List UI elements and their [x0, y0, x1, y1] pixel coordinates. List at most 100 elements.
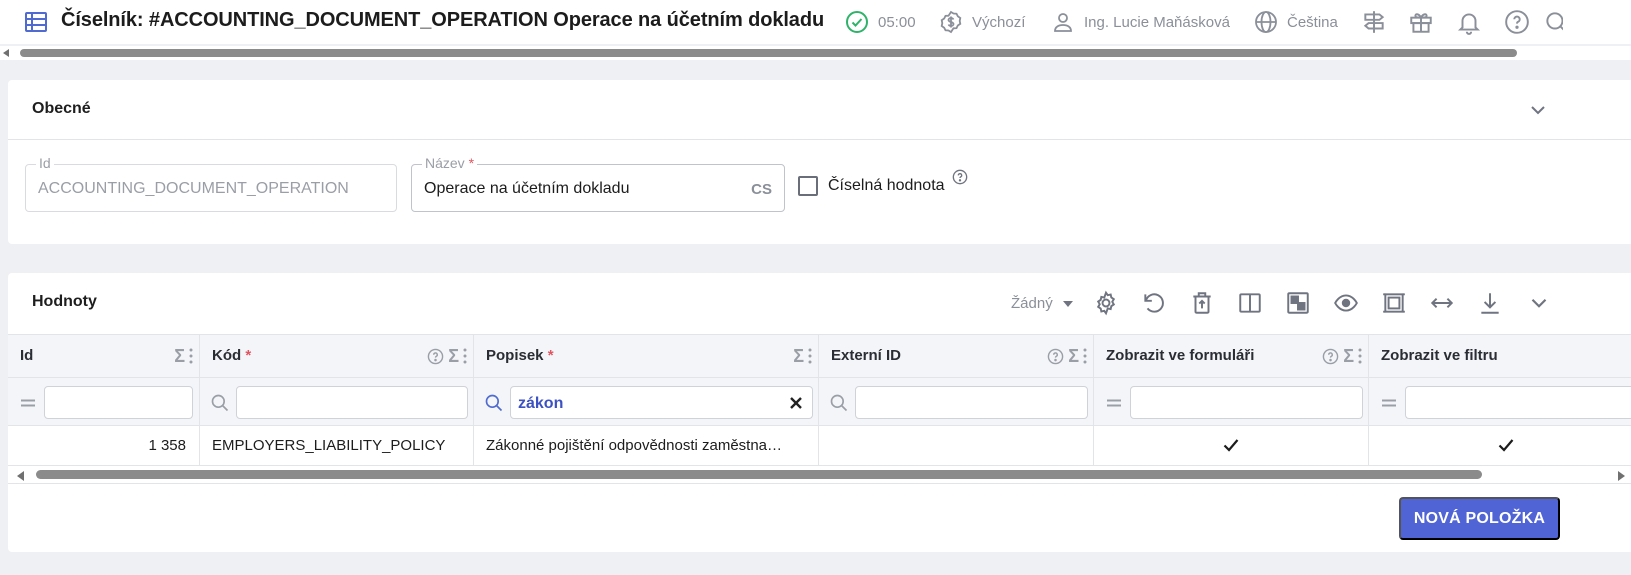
- language-label: Čeština: [1287, 13, 1338, 31]
- session-time: 05:00: [878, 13, 916, 31]
- id-field-value: ACCOUNTING_DOCUMENT_OPERATION: [38, 180, 349, 197]
- name-field-value[interactable]: Operace na účetním dokladu: [424, 180, 629, 198]
- download-icon[interactable]: [1477, 290, 1503, 316]
- column-header-show-in-filter[interactable]: Zobrazit ve filtru: [1369, 335, 1631, 377]
- column-header-externi-id[interactable]: Externí ID Σ: [819, 335, 1094, 377]
- search-icon[interactable]: [210, 393, 230, 413]
- table-row[interactable]: 1 358 EMPLOYERS_LIABILITY_POLICY Zákonné…: [8, 426, 1631, 466]
- search-icon[interactable]: [484, 393, 504, 413]
- user-name: Ing. Lucie Maňásková: [1084, 13, 1230, 31]
- search-icon[interactable]: [1543, 9, 1563, 35]
- general-panel-header[interactable]: Obecné: [8, 80, 1631, 140]
- chevron-down-icon[interactable]: [1526, 290, 1552, 316]
- language-tag[interactable]: CS: [751, 181, 772, 198]
- frame-icon[interactable]: [1381, 290, 1407, 316]
- cell-popisek[interactable]: Zákonné pojištění odpovědnosti zaměstna…: [474, 426, 819, 465]
- currency-label: Výchozí: [972, 13, 1026, 31]
- page-title: Číselník: #ACCOUNTING_DOCUMENT_OPERATION…: [61, 9, 825, 31]
- column-menu-icon[interactable]: [1083, 348, 1087, 364]
- column-header-id[interactable]: Id Σ: [8, 335, 200, 377]
- name-field-label: Název *: [422, 155, 478, 171]
- cell-externi-id[interactable]: [819, 426, 1094, 465]
- filter-input-popisek[interactable]: zákon: [510, 386, 813, 419]
- chevron-down-icon[interactable]: [1526, 98, 1550, 122]
- view-select[interactable]: Žádný: [1011, 295, 1073, 312]
- values-panel-title: Hodnoty: [32, 293, 97, 310]
- equals-icon[interactable]: [1379, 393, 1399, 413]
- filter-cell-kod: [200, 378, 474, 425]
- id-field-label: Id: [36, 155, 54, 171]
- cell-show-in-form[interactable]: [1094, 426, 1369, 465]
- clear-icon[interactable]: [789, 396, 803, 410]
- user-menu[interactable]: Ing. Lucie Maňásková: [1051, 9, 1230, 35]
- gift-icon[interactable]: [1408, 9, 1434, 35]
- help-icon[interactable]: [427, 348, 444, 365]
- filter-input-show-in-filter[interactable]: [1405, 386, 1631, 419]
- help-icon[interactable]: [1322, 348, 1339, 365]
- equals-icon[interactable]: [1104, 393, 1124, 413]
- new-item-button[interactable]: NOVÁ POLOŽKA: [1399, 497, 1560, 540]
- help-icon[interactable]: [1504, 9, 1530, 35]
- sum-icon[interactable]: Σ: [174, 347, 185, 365]
- globe-icon: [1254, 10, 1278, 34]
- cell-kod[interactable]: EMPLOYERS_LIABILITY_POLICY: [200, 426, 474, 465]
- filter-cell-externi-id: [819, 378, 1094, 425]
- undo-icon[interactable]: [1141, 290, 1167, 316]
- cell-show-in-filter[interactable]: [1369, 426, 1631, 465]
- sum-icon[interactable]: Σ: [1068, 347, 1079, 365]
- numeric-value-checkbox[interactable]: [798, 176, 818, 196]
- scroll-left-icon[interactable]: [3, 49, 9, 57]
- column-header-show-in-form[interactable]: Zobrazit ve formuláři Σ: [1094, 335, 1369, 377]
- filter-input-id[interactable]: [44, 386, 193, 419]
- grid-filter-row: zákon: [8, 378, 1631, 426]
- scroll-right-icon[interactable]: [1618, 471, 1625, 481]
- eye-icon[interactable]: [1333, 290, 1359, 316]
- cell-id[interactable]: 1 358: [8, 426, 200, 465]
- scrollbar-thumb[interactable]: [36, 470, 1482, 479]
- dollar-circle-icon: [939, 10, 963, 34]
- sum-icon[interactable]: Σ: [448, 347, 459, 365]
- sum-icon[interactable]: Σ: [793, 347, 804, 365]
- page-horizontal-scrollbar[interactable]: [0, 46, 1631, 60]
- id-field: Id ACCOUNTING_DOCUMENT_OPERATION: [25, 155, 397, 212]
- signpost-icon[interactable]: [1361, 9, 1387, 35]
- filter-cell-popisek: zákon: [474, 378, 819, 425]
- sum-icon[interactable]: Σ: [1343, 347, 1354, 365]
- expand-width-icon[interactable]: [1429, 290, 1455, 316]
- currency-selector[interactable]: Výchozí: [939, 9, 1025, 35]
- filter-input-kod[interactable]: [236, 386, 468, 419]
- settings-icon[interactable]: [1093, 290, 1119, 316]
- grid-horizontal-scrollbar[interactable]: [8, 467, 1631, 483]
- filter-input-externi-id[interactable]: [855, 386, 1088, 419]
- columns-icon[interactable]: [1237, 290, 1263, 316]
- filter-cell-show-in-form: [1094, 378, 1369, 425]
- help-icon[interactable]: [952, 169, 968, 185]
- column-menu-icon[interactable]: [808, 348, 812, 364]
- filter-input-show-in-form[interactable]: [1130, 386, 1363, 419]
- general-panel-title: Obecné: [32, 100, 91, 117]
- scroll-left-icon[interactable]: [17, 471, 24, 481]
- column-menu-icon[interactable]: [1358, 348, 1362, 364]
- scrollbar-thumb[interactable]: [20, 49, 1517, 57]
- help-icon[interactable]: [1047, 348, 1064, 365]
- filter-cell-show-in-filter: [1369, 378, 1631, 425]
- table-icon[interactable]: [24, 10, 48, 34]
- language-selector[interactable]: Čeština: [1254, 9, 1338, 35]
- bell-icon[interactable]: [1456, 9, 1482, 35]
- column-menu-icon[interactable]: [189, 348, 193, 364]
- caret-down-icon: [1062, 300, 1073, 307]
- search-icon[interactable]: [829, 393, 849, 413]
- numeric-value-checkbox-row[interactable]: Číselná hodnota: [798, 176, 945, 196]
- grid-divider: [8, 483, 1631, 484]
- column-header-kod[interactable]: Kód * Σ: [200, 335, 474, 377]
- check-icon: [1223, 439, 1239, 452]
- layout-icon[interactable]: [1285, 290, 1311, 316]
- delete-icon[interactable]: [1189, 290, 1215, 316]
- column-menu-icon[interactable]: [463, 348, 467, 364]
- view-select-value: Žádný: [1011, 295, 1053, 312]
- filter-cell-id: [8, 378, 200, 425]
- session-timer: 05:00: [845, 9, 916, 35]
- equals-icon[interactable]: [18, 393, 38, 413]
- column-header-popisek[interactable]: Popisek * Σ: [474, 335, 819, 377]
- name-field[interactable]: Název * Operace na účetním dokladu CS: [411, 155, 785, 212]
